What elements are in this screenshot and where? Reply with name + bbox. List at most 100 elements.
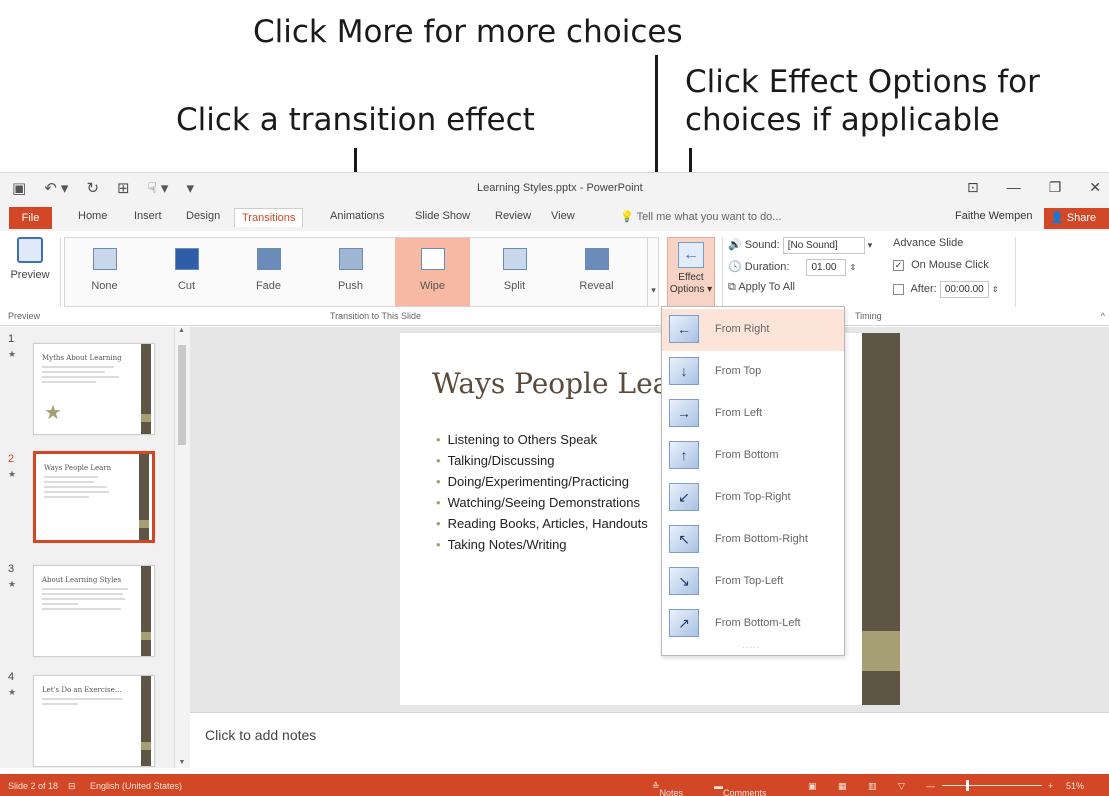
on-mouse-click-label: On Mouse Click — [911, 259, 989, 271]
window-title: Learning Styles.pptx - PowerPoint — [477, 182, 643, 194]
after-input[interactable]: 00:00.00 — [939, 281, 989, 298]
close-icon[interactable]: ✕ — [1089, 179, 1101, 196]
slide-thumbnail-3[interactable]: About Learning Styles — [33, 565, 155, 657]
transition-split[interactable]: Split — [477, 238, 552, 306]
language[interactable]: English (United States) — [90, 781, 182, 791]
effect-from-right[interactable]: ← From Right — [662, 309, 844, 351]
apply-all-button[interactable]: ⧉ Apply To All — [728, 281, 795, 294]
minimize-icon[interactable]: — — [1007, 179, 1021, 196]
slide-bullet-list[interactable]: Listening to Others Speak Talking/Discus… — [436, 429, 648, 555]
tab-review[interactable]: Review — [495, 210, 531, 222]
normal-view-icon[interactable]: ▣ — [808, 781, 817, 792]
effect-from-top-right[interactable]: ↙ From Top-Right — [662, 477, 844, 519]
tab-transitions[interactable]: Transitions — [234, 208, 304, 227]
tab-slide-show[interactable]: Slide Show — [415, 210, 470, 222]
timing-group: 🔊 Sound: [No Sound] ▾ 🕓 Duration: 01.00 … — [728, 235, 1008, 307]
slide-sorter-icon[interactable]: ▦ — [838, 781, 847, 792]
tab-animations[interactable]: Animations — [330, 210, 384, 222]
tab-file[interactable]: File — [9, 207, 52, 229]
notes-pane[interactable]: Click to add notes — [190, 712, 1109, 768]
effect-from-bottom-left[interactable]: ↗ From Bottom-Left — [662, 603, 844, 645]
spell-check-icon[interactable]: ⊟ — [68, 781, 76, 792]
zoom-slider-thumb[interactable] — [966, 780, 969, 791]
transition-reveal[interactable]: Reveal — [559, 238, 634, 306]
slide-decorative-bar — [862, 333, 900, 705]
tab-view[interactable]: View — [551, 210, 575, 222]
chevron-down-icon[interactable]: ▾ — [868, 240, 873, 250]
transition-none[interactable]: None — [67, 238, 142, 306]
effect-from-bottom[interactable]: ↑ From Bottom — [662, 435, 844, 477]
effect-label: From Top-Right — [715, 491, 791, 503]
preview-button[interactable]: Preview — [4, 237, 56, 293]
effect-options-menu: ← From Right ↓ From Top → From Left ↑ Fr… — [661, 306, 845, 656]
slide-thumbnail-lines — [42, 588, 132, 613]
transition-cut[interactable]: Cut — [149, 238, 224, 306]
slide-thumbnail-1[interactable]: Myths About Learning ★ — [33, 343, 155, 435]
slide-editing-area: Ways People Learn Listening to Others Sp… — [190, 327, 1109, 712]
transition-fade[interactable]: Fade — [231, 238, 306, 306]
slide-thumbnail-2[interactable]: Ways People Learn — [33, 451, 155, 543]
start-presentation-icon[interactable]: ⊞ — [117, 179, 130, 197]
restore-icon[interactable]: ❐ — [1049, 179, 1062, 196]
tab-insert[interactable]: Insert — [134, 210, 162, 222]
spinner-icon[interactable]: ⇕ — [850, 263, 857, 272]
after-checkbox[interactable] — [893, 283, 904, 295]
tell-me-box[interactable]: 💡 Tell me what you want to do... — [620, 210, 781, 223]
transition-star-icon: ★ — [8, 349, 17, 359]
on-mouse-click-row[interactable]: ✓ On Mouse Click — [893, 259, 989, 271]
duration-label: Duration: — [744, 261, 790, 273]
lightbulb-icon: 💡 — [620, 211, 634, 223]
slide-thumbnail-4[interactable]: Let's Do an Exercise... — [33, 675, 155, 767]
zoom-in-icon[interactable]: + — [1048, 781, 1053, 791]
arrow-up-icon: ↑ — [669, 441, 699, 469]
sound-row: 🔊 Sound: [No Sound] ▾ — [728, 237, 872, 254]
sound-dropdown[interactable]: [No Sound] — [782, 237, 865, 254]
reading-view-icon[interactable]: ▥ — [868, 781, 877, 792]
notes-button[interactable]: ≙ Notes — [652, 781, 683, 796]
customize-qat-icon[interactable]: ▾ — [186, 179, 194, 197]
share-button[interactable]: 👤 Share — [1044, 208, 1109, 229]
resize-grip-icon[interactable]: ····· — [742, 643, 760, 652]
effect-options-button[interactable]: ← Effect Options ▾ — [667, 237, 715, 307]
zoom-level[interactable]: 51% — [1066, 781, 1084, 791]
transition-push[interactable]: Push — [313, 238, 388, 306]
effect-from-bottom-right[interactable]: ↖ From Bottom-Right — [662, 519, 844, 561]
touch-mode-icon[interactable]: ☟ ▾ — [148, 179, 169, 197]
slide-number: 2 — [8, 453, 15, 465]
effect-from-top[interactable]: ↓ From Top — [662, 351, 844, 393]
group-separator — [1015, 237, 1016, 307]
group-separator — [60, 237, 61, 307]
arrow-down-right-icon: ↘ — [669, 567, 699, 595]
gallery-more-button[interactable]: ▾ — [647, 237, 659, 307]
on-mouse-click-checkbox[interactable]: ✓ — [893, 259, 904, 271]
ribbon-display-icon[interactable]: ⊡ — [967, 179, 979, 196]
effect-from-top-left[interactable]: ↘ From Top-Left — [662, 561, 844, 603]
clock-icon: 🕓 — [728, 261, 742, 273]
ribbon-tab-bar: File Home Insert Design Transitions Anim… — [0, 205, 1109, 231]
slide-show-icon[interactable]: ▽ — [898, 781, 905, 792]
comments-button[interactable]: ▬ Comments — [714, 781, 767, 796]
tab-home[interactable]: Home — [78, 210, 107, 222]
user-name[interactable]: Faithe Wempen — [955, 210, 1032, 222]
scrollbar-thumb[interactable] — [178, 345, 186, 445]
collapse-ribbon-icon[interactable]: ^ — [1101, 311, 1105, 321]
tab-design[interactable]: Design — [186, 210, 220, 222]
ribbon: Preview Preview None Cut Fade Push Wipe … — [0, 231, 1109, 326]
scroll-up-icon[interactable]: ▲ — [175, 327, 188, 334]
spinner-icon[interactable]: ⇕ — [992, 285, 999, 294]
effect-label: From Left — [715, 407, 763, 419]
redo-icon[interactable]: ↻ — [86, 179, 99, 197]
undo-icon[interactable]: ↶ ▾ — [44, 179, 68, 197]
scroll-down-icon[interactable]: ▼ — [175, 759, 189, 766]
thumbnail-scrollbar[interactable]: ▲ ▼ — [174, 327, 188, 768]
transition-star-icon: ★ — [8, 579, 17, 589]
duration-input[interactable]: 01.00 — [806, 259, 847, 276]
effect-from-left[interactable]: → From Left — [662, 393, 844, 435]
transition-wipe[interactable]: Wipe — [395, 238, 470, 306]
slide-thumbnail-bar — [139, 454, 149, 540]
zoom-slider[interactable] — [942, 785, 1042, 786]
slide-thumbnail-title: About Learning Styles — [42, 576, 122, 584]
zoom-out-icon[interactable]: — — [926, 781, 935, 791]
save-icon[interactable]: ▣ — [12, 179, 26, 197]
slide-thumbnail-title: Let's Do an Exercise... — [42, 686, 122, 694]
